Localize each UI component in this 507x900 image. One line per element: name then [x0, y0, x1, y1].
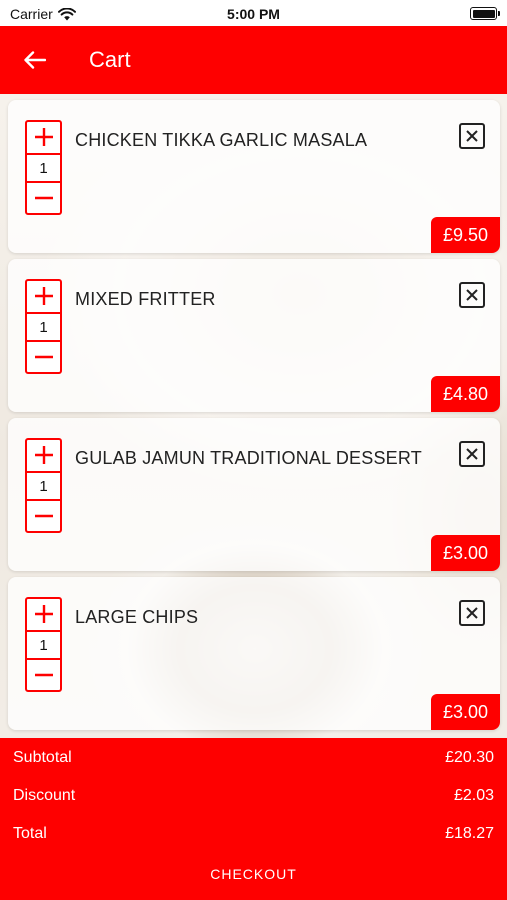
- plus-icon: [34, 287, 53, 305]
- subtotal-row: Subtotal £20.30: [13, 749, 494, 773]
- increase-quantity-button[interactable]: [27, 122, 60, 152]
- checkout-button[interactable]: CHECKOUT: [0, 866, 507, 882]
- item-name: MIXED FRITTER: [75, 289, 216, 309]
- decrease-quantity-button[interactable]: [27, 660, 60, 690]
- remove-item-button[interactable]: [459, 600, 485, 626]
- item-name: GULAB JAMUN TRADITIONAL DESSERT: [75, 448, 422, 468]
- quantity-stepper: 1: [25, 279, 62, 374]
- total-row: Total £18.27: [13, 825, 494, 849]
- quantity-stepper: 1: [25, 438, 62, 533]
- decrease-quantity-button[interactable]: [27, 342, 60, 372]
- cart-item: 1 GULAB JAMUN TRADITIONAL DESSERT £3.00: [8, 418, 500, 571]
- page-title: Cart: [89, 47, 131, 72]
- arrow-left-icon: [24, 51, 46, 69]
- cart-item: 1 MIXED FRITTER £4.80: [8, 259, 500, 412]
- app-bar: Cart: [0, 26, 507, 94]
- increase-quantity-button[interactable]: [27, 281, 60, 311]
- total-label: Total: [13, 825, 47, 842]
- discount-value: £2.03: [453, 787, 494, 804]
- minus-icon: [34, 355, 53, 359]
- minus-icon: [34, 673, 53, 677]
- discount-row: Discount £2.03: [13, 787, 494, 811]
- close-icon: [466, 607, 478, 619]
- remove-item-button[interactable]: [459, 123, 485, 149]
- quantity-stepper: 1: [25, 597, 62, 692]
- cart-list[interactable]: 1 CHICKEN TIKKA GARLIC MASALA £9.50 1 MI…: [0, 94, 507, 738]
- close-icon: [466, 130, 478, 142]
- status-time: 5:00 PM: [227, 6, 280, 22]
- subtotal-value: £20.30: [445, 749, 494, 766]
- remove-item-button[interactable]: [459, 282, 485, 308]
- plus-icon: [34, 128, 53, 146]
- plus-icon: [34, 446, 53, 464]
- item-price: £4.80: [430, 376, 500, 412]
- close-icon: [466, 289, 478, 301]
- subtotal-label: Subtotal: [13, 749, 72, 766]
- quantity-stepper: 1: [25, 120, 62, 215]
- item-price: £3.00: [430, 694, 500, 730]
- status-bar: Carrier 5:00 PM: [0, 0, 507, 26]
- quantity-value: 1: [27, 630, 60, 660]
- quantity-value: 1: [27, 471, 60, 501]
- item-name: CHICKEN TIKKA GARLIC MASALA: [75, 130, 368, 150]
- item-name: LARGE CHIPS: [75, 607, 199, 627]
- quantity-value: 1: [27, 153, 60, 183]
- cart-item: 1 LARGE CHIPS £3.00: [8, 577, 500, 730]
- plus-icon: [34, 605, 53, 623]
- decrease-quantity-button[interactable]: [27, 501, 60, 531]
- remove-item-button[interactable]: [459, 441, 485, 467]
- item-price: £3.00: [430, 535, 500, 571]
- decrease-quantity-button[interactable]: [27, 183, 60, 213]
- minus-icon: [34, 196, 53, 200]
- cart-item: 1 CHICKEN TIKKA GARLIC MASALA £9.50: [8, 100, 500, 253]
- discount-label: Discount: [13, 787, 76, 804]
- quantity-value: 1: [27, 312, 60, 342]
- total-value: £18.27: [445, 825, 494, 842]
- increase-quantity-button[interactable]: [27, 599, 60, 629]
- minus-icon: [34, 514, 53, 518]
- order-summary: Subtotal £20.30 Discount £2.03 Total £18…: [0, 738, 507, 900]
- increase-quantity-button[interactable]: [27, 440, 60, 470]
- back-button[interactable]: [20, 46, 50, 74]
- close-icon: [466, 448, 478, 460]
- battery-icon: [470, 7, 500, 20]
- item-price: £9.50: [430, 217, 500, 253]
